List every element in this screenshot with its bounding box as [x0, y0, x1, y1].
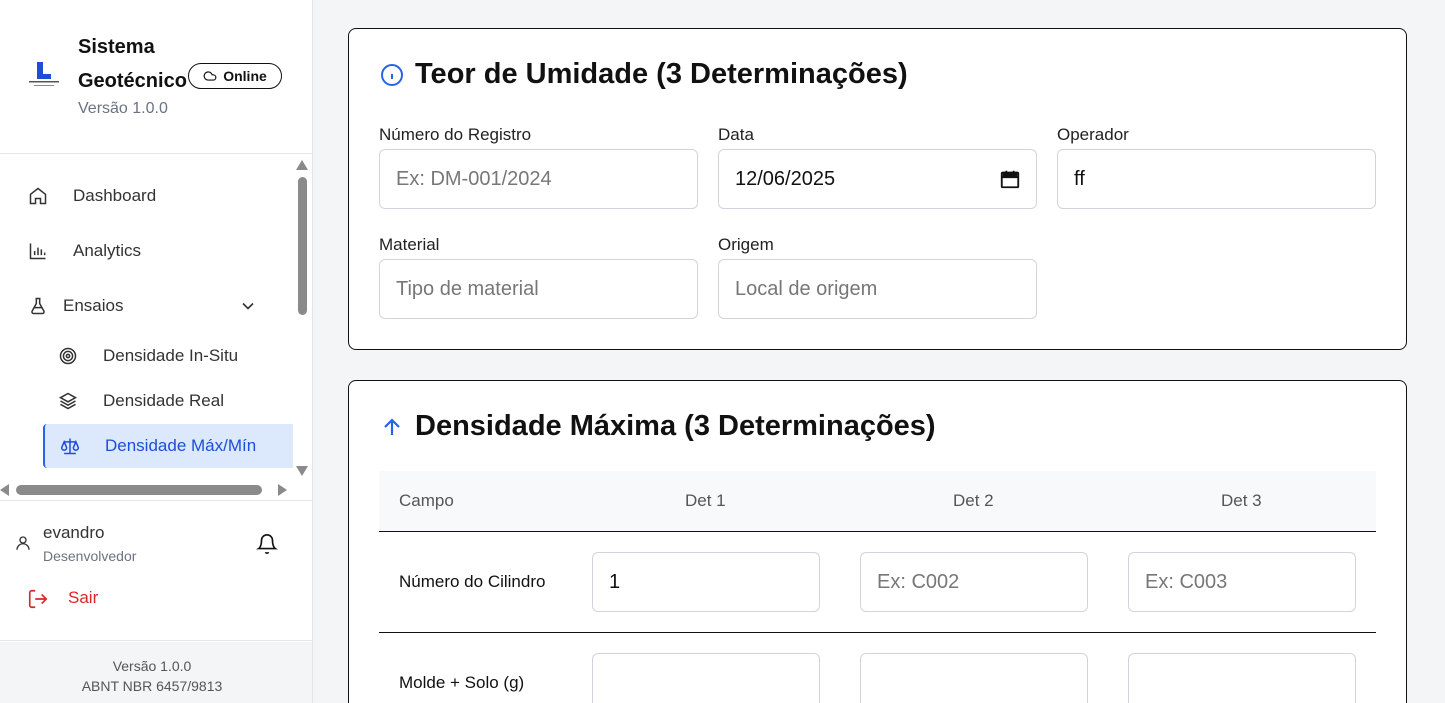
- registro-input[interactable]: [379, 149, 698, 209]
- cilindro-det1-input[interactable]: [592, 552, 820, 612]
- logout-button[interactable]: Sair: [68, 588, 98, 608]
- scroll-down-arrow[interactable]: [296, 466, 308, 476]
- sidebar-item-label: Densidade Real: [103, 391, 224, 410]
- app-version: Versão 1.0.0: [78, 100, 168, 117]
- scroll-right-arrow[interactable]: [278, 484, 287, 496]
- row-label: Número do Cilindro: [399, 572, 546, 591]
- logout-icon[interactable]: [27, 588, 49, 610]
- sidebar-item-label: Dashboard: [73, 186, 157, 205]
- sidebar-item-densidade-real[interactable]: Densidade Real: [0, 379, 292, 423]
- cloud-icon: [203, 71, 217, 81]
- date-input[interactable]: [718, 149, 1037, 209]
- sidebar-item-densidade-in-situ[interactable]: Densidade In-Situ: [0, 334, 292, 378]
- molde-solo-det1-input[interactable]: [592, 653, 820, 703]
- molde-solo-det2-input[interactable]: [860, 653, 1088, 703]
- info-icon: [381, 64, 403, 86]
- footer-version: Versão 1.0.0: [112, 658, 192, 674]
- column-header: Det 3: [1221, 491, 1262, 510]
- cilindro-det3-input[interactable]: [1128, 552, 1356, 612]
- arrow-up-icon: [384, 418, 400, 435]
- column-header: Campo: [399, 491, 454, 510]
- footer-standard: ABNT NBR 6457/9813: [81, 678, 223, 694]
- layers-icon: [57, 390, 79, 412]
- user-role: Desenvolvedor: [43, 548, 137, 564]
- cilindro-det2-input[interactable]: [860, 552, 1088, 612]
- sidebar-item-label: Ensaios: [63, 296, 124, 315]
- table-header: Campo Det 1 Det 2 Det 3: [379, 471, 1376, 532]
- sidebar-item-ensaios[interactable]: Ensaios: [0, 284, 292, 328]
- scroll-left-arrow[interactable]: [0, 484, 9, 496]
- scroll-up-arrow[interactable]: [296, 160, 308, 170]
- column-header: Det 2: [953, 491, 994, 510]
- chevron-down-icon[interactable]: [238, 296, 258, 316]
- origem-input[interactable]: [718, 259, 1037, 319]
- row-label: Molde + Solo (g): [399, 673, 525, 692]
- app-title: Sistema Geotécnico: [78, 36, 187, 92]
- bar-chart-icon: [27, 240, 49, 262]
- sidebar-item-densidade-max-min[interactable]: Densidade Máx/Mín: [0, 424, 292, 468]
- data-label: Data: [718, 125, 754, 144]
- vertical-scrollbar-thumb[interactable]: [298, 177, 307, 315]
- lab-logo-icon: [29, 62, 59, 86]
- umidade-card-title: Teor de Umidade (3 Determinações): [415, 58, 908, 90]
- operador-input[interactable]: [1057, 149, 1376, 209]
- user-panel: [0, 500, 312, 641]
- home-icon: [27, 185, 49, 207]
- sidebar-footer: Versão 1.0.0 ABNT NBR 6457/9813: [0, 642, 312, 703]
- online-status-label: Online: [223, 68, 267, 84]
- molde-solo-det3-input[interactable]: [1128, 653, 1356, 703]
- sidebar-nav: Dashboard Analytics Ensaios Densidade In…: [0, 155, 312, 500]
- sidebar: Sistema Geotécnico Versão 1.0.0 Online D…: [0, 0, 313, 703]
- sidebar-item-dashboard[interactable]: Dashboard: [0, 174, 292, 218]
- online-status-badge: Online: [188, 63, 282, 89]
- umidade-card: Teor de Umidade (3 Determinações) Número…: [348, 28, 1407, 350]
- target-icon: [57, 345, 79, 367]
- material-label: Material: [379, 235, 440, 254]
- user-icon: [16, 536, 30, 550]
- user-name: evandro: [43, 523, 105, 542]
- flask-icon: [27, 295, 49, 317]
- brand-header: Sistema Geotécnico Versão 1.0.0 Online: [0, 0, 312, 154]
- registro-label: Número do Registro: [379, 125, 532, 144]
- sidebar-item-label: Densidade Máx/Mín: [105, 436, 257, 455]
- origem-label: Origem: [718, 235, 774, 254]
- horizontal-scrollbar-thumb[interactable]: [16, 485, 262, 495]
- bell-icon[interactable]: [256, 533, 278, 555]
- column-header: Det 1: [685, 491, 726, 510]
- row-divider: [379, 632, 1376, 633]
- material-input[interactable]: [379, 259, 698, 319]
- sidebar-item-label: Densidade In-Situ: [103, 346, 239, 365]
- densidade-card: Densidade Máxima (3 Determinações) Campo…: [348, 380, 1407, 703]
- calendar-icon[interactable]: [999, 168, 1021, 190]
- scale-icon: [59, 435, 81, 457]
- sidebar-item-label: Analytics: [73, 241, 142, 260]
- densidade-card-title: Densidade Máxima (3 Determinações): [415, 410, 936, 442]
- operador-label: Operador: [1057, 125, 1129, 144]
- sidebar-item-analytics[interactable]: Analytics: [0, 229, 292, 273]
